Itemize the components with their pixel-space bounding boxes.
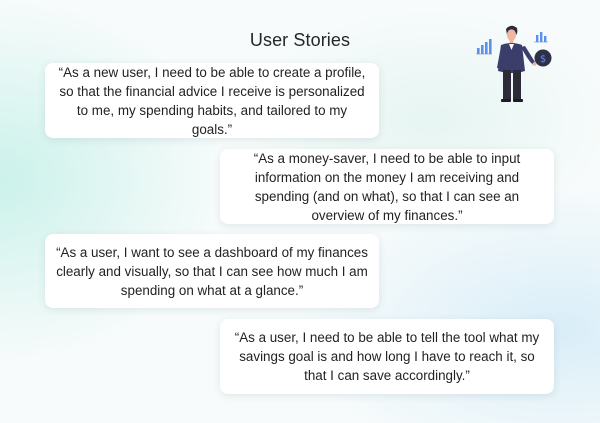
person-figure <box>497 25 537 102</box>
user-story-card: “As a user, I want to see a dashboard of… <box>45 234 379 308</box>
user-story-card: “As a user, I need to be able to tell th… <box>220 319 554 394</box>
user-story-text: “As a money-saver, I need to be able to … <box>253 150 521 223</box>
user-story-text: “As a new user, I need to be able to cre… <box>58 64 366 137</box>
user-story-text: “As a user, I want to see a dashboard of… <box>56 244 368 298</box>
coin-symbol: $ <box>540 54 546 65</box>
user-stories-slide: User Stories $ “As a new user, I need to… <box>0 0 600 423</box>
finance-person-illustration: $ <box>476 25 552 102</box>
dollar-coin-icon: $ <box>534 49 552 67</box>
user-story-text: “As a user, I need to be able to tell th… <box>234 330 540 383</box>
mini-chart-icon <box>534 32 548 43</box>
user-story-card: “As a money-saver, I need to be able to … <box>220 149 554 224</box>
user-story-card: “As a new user, I need to be able to cre… <box>45 63 379 138</box>
bar-chart-icon <box>476 39 492 55</box>
